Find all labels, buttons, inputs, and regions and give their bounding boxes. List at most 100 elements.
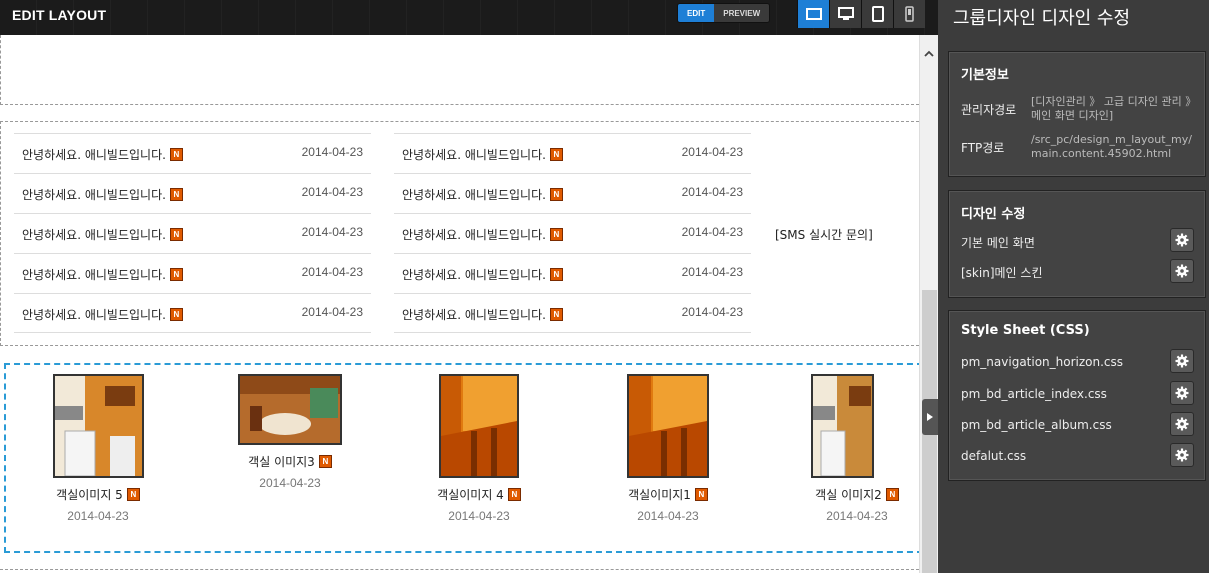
gear-icon [1175, 448, 1189, 462]
css-file-label: pm_navigation_horizon.css [961, 355, 1124, 369]
css-file-label: pm_bd_article_index.css [961, 387, 1107, 401]
css-file-label: pm_bd_article_album.css [961, 418, 1112, 432]
list-item[interactable]: 안녕하세요. 애니빌드입니다. N 2014-04-23 [14, 133, 371, 173]
list-item-title: 안녕하세요. 애니빌드입니다. [402, 268, 546, 282]
list-item-title: 안녕하세요. 애니빌드입니다. [402, 308, 546, 322]
design-item-label: [skin]메인 스킨 [961, 266, 1043, 280]
album-section[interactable]: 객실이미지 5N 2014-04-23 객실 이미지3 N 2014-04-23 … [4, 363, 923, 553]
album-thumbnail[interactable] [811, 374, 874, 478]
new-badge-icon: N [885, 488, 899, 501]
css-file-settings-button[interactable] [1170, 349, 1194, 373]
album-thumbnail[interactable] [52, 374, 144, 478]
list-item[interactable]: 안녕하세요. 애니빌드입니다. N 2014-04-23 [14, 213, 371, 253]
list-item[interactable]: 안녕하세요. 애니빌드입니다. N 2014-04-23 [14, 253, 371, 293]
album-item[interactable]: 객실이미지1 N 2014-04-23 [598, 374, 738, 523]
design-item-settings-button[interactable] [1170, 228, 1194, 252]
list-item-date: 2014-04-23 [301, 225, 363, 239]
gear-icon [1175, 386, 1189, 400]
board-list-left: 안녕하세요. 애니빌드입니다. N 2014-04-23 안녕하세요. 애니빌드입니… [14, 133, 371, 333]
list-item[interactable]: 안녕하세요. 애니빌드입니다. N 2014-04-23 [394, 133, 751, 173]
list-item-date: 2014-04-23 [681, 145, 743, 159]
desktop-icon [837, 7, 854, 20]
new-badge-icon: N [126, 488, 140, 501]
css-file-settings-button[interactable] [1170, 381, 1194, 405]
list-item-title: 안녕하세요. 애니빌드입니다. [402, 228, 546, 242]
list-item-date: 2014-04-23 [301, 305, 363, 319]
sms-inquiry-link[interactable]: [SMS 실시간 문의] [775, 226, 873, 243]
album-date: 2014-04-23 [259, 476, 321, 490]
design-item-label: 기본 메인 화면 [961, 236, 1035, 250]
admin-path-label: 관리자경로 [961, 103, 1017, 117]
list-item-title: 안녕하세요. 애니빌드입니다. [22, 188, 166, 202]
preview-button[interactable]: PREVIEW [714, 4, 770, 22]
album-item[interactable]: 객실이미지 5N 2014-04-23 [28, 374, 168, 523]
stylesheet-heading: Style Sheet (CSS) [961, 323, 1090, 338]
chevron-right-icon [927, 413, 933, 421]
list-item-date: 2014-04-23 [301, 265, 363, 279]
ftp-path-label: FTP경로 [961, 141, 1005, 155]
basic-info-heading: 기본정보 [961, 68, 1009, 83]
list-item-title: 안녕하세요. 애니빌드입니다. [402, 148, 546, 162]
wide-screen-button[interactable] [797, 0, 829, 28]
panel-toggle-button[interactable] [922, 399, 938, 435]
gear-icon [1175, 417, 1189, 431]
design-edit-box: 디자인 수정 기본 메인 화면 [skin]메인 스킨 [948, 190, 1206, 298]
next-section-boundary [0, 569, 919, 570]
album-thumbnail[interactable] [439, 374, 519, 478]
board-section[interactable]: 안녕하세요. 애니빌드입니다. N 2014-04-23 안녕하세요. 애니빌드입니… [0, 121, 919, 346]
new-badge-icon: N [169, 308, 183, 321]
new-badge-icon: N [549, 308, 563, 321]
list-item-title: 안녕하세요. 애니빌드입니다. [402, 188, 546, 202]
list-item-date: 2014-04-23 [681, 185, 743, 199]
empty-section[interactable] [0, 35, 919, 105]
album-caption: 객실 이미지2 [815, 488, 882, 502]
album-caption: 객실이미지 4 [437, 488, 504, 502]
list-item-title: 안녕하세요. 애니빌드입니다. [22, 308, 166, 322]
album-thumbnail[interactable] [627, 374, 709, 478]
album-caption: 객실이미지1 [628, 488, 691, 502]
album-item[interactable]: 객실 이미지2 N 2014-04-23 [787, 374, 927, 523]
mobile-button[interactable] [893, 0, 925, 28]
toolbar-title: EDIT LAYOUT [12, 7, 107, 23]
gear-icon [1175, 233, 1189, 247]
design-item-settings-button[interactable] [1170, 259, 1194, 283]
gear-icon [1175, 264, 1189, 278]
new-badge-icon: N [549, 228, 563, 241]
album-item[interactable]: 객실이미지 4N 2014-04-23 [409, 374, 549, 523]
new-badge-icon: N [318, 455, 332, 468]
new-badge-icon: N [169, 188, 183, 201]
list-item[interactable]: 안녕하세요. 애니빌드입니다. N 2014-04-23 [394, 213, 751, 253]
tablet-button[interactable] [861, 0, 893, 28]
album-date: 2014-04-23 [67, 509, 129, 523]
css-file-settings-button[interactable] [1170, 443, 1194, 467]
desktop-button[interactable] [829, 0, 861, 28]
panel-title: 그룹디자인 디자인 수정 [953, 8, 1131, 29]
edit-button[interactable]: EDIT [678, 4, 715, 22]
css-file-label: defalut.css [961, 449, 1027, 463]
album-thumbnail[interactable] [238, 374, 342, 445]
list-item[interactable]: 안녕하세요. 애니빌드입니다. N 2014-04-23 [394, 293, 751, 333]
css-file-settings-button[interactable] [1170, 412, 1194, 436]
new-badge-icon: N [169, 268, 183, 281]
list-item[interactable]: 안녕하세요. 애니빌드입니다. N 2014-04-23 [14, 173, 371, 213]
new-badge-icon: N [694, 488, 708, 501]
mode-switch: EDIT PREVIEW [677, 3, 771, 23]
new-badge-icon: N [549, 188, 563, 201]
design-edit-heading: 디자인 수정 [961, 207, 1026, 222]
list-item[interactable]: 안녕하세요. 애니빌드입니다. N 2014-04-23 [394, 253, 751, 293]
list-item-date: 2014-04-23 [681, 305, 743, 319]
canvas-scrollbar[interactable] [919, 35, 938, 573]
scroll-up-icon[interactable] [924, 49, 934, 59]
basic-info-box: 기본정보 관리자경로 [디자인관리 》 고급 디자인 관리 》 메인 화면 디자… [948, 51, 1206, 177]
album-caption: 객실 이미지3 [248, 455, 315, 469]
new-badge-icon: N [549, 148, 563, 161]
list-item[interactable]: 안녕하세요. 애니빌드입니다. N 2014-04-23 [14, 293, 371, 333]
new-badge-icon: N [549, 268, 563, 281]
album-caption: 객실이미지 5 [56, 488, 123, 502]
album-item[interactable]: 객실 이미지3 N 2014-04-23 [220, 374, 360, 490]
list-item[interactable]: 안녕하세요. 애니빌드입니다. N 2014-04-23 [394, 173, 751, 213]
list-item-title: 안녕하세요. 애니빌드입니다. [22, 228, 166, 242]
album-date: 2014-04-23 [448, 509, 510, 523]
mobile-icon [905, 6, 914, 22]
gear-icon [1175, 354, 1189, 368]
